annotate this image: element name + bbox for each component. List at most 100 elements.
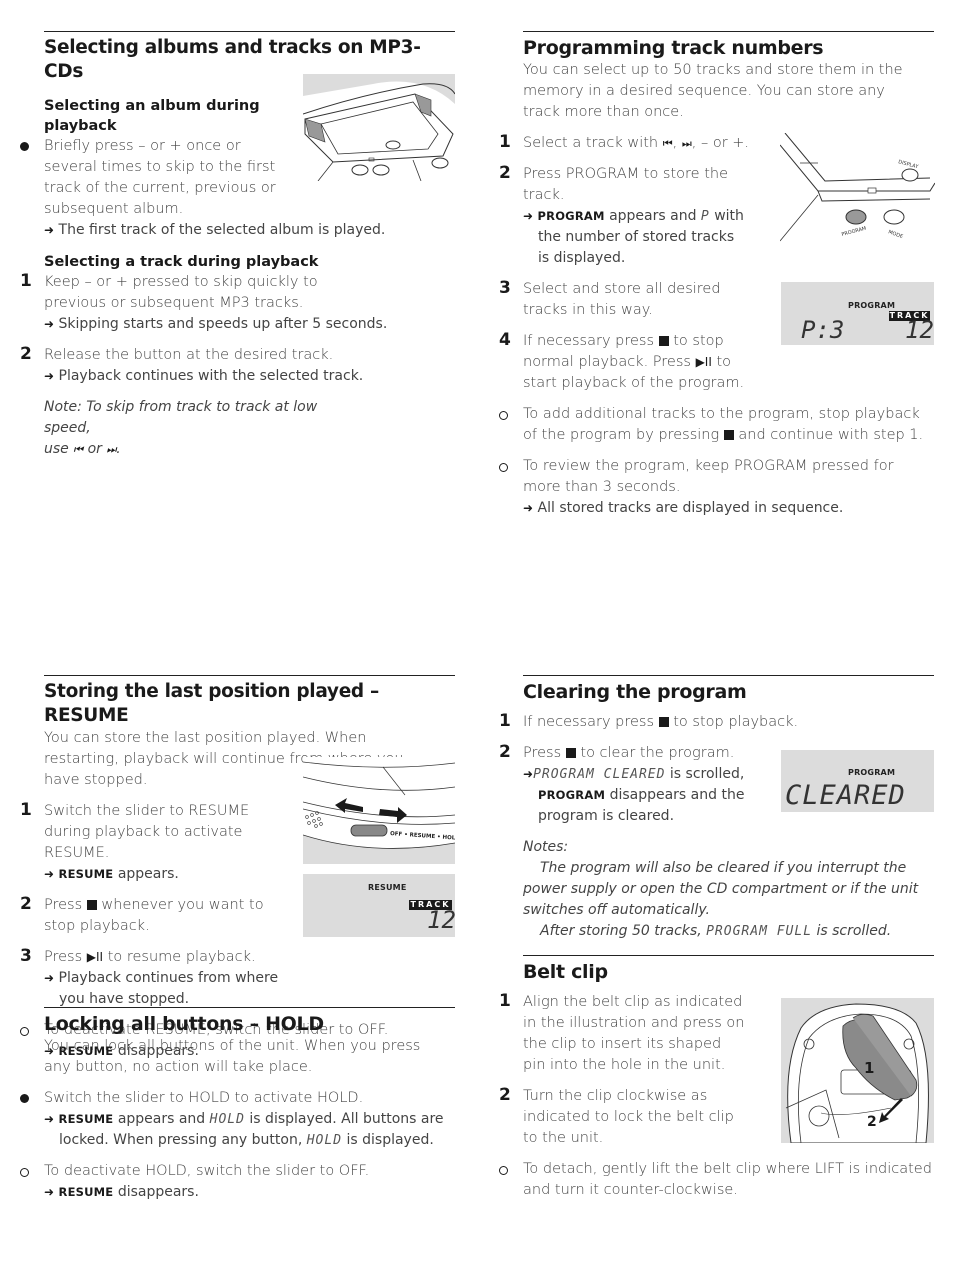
step-number: 2 (499, 163, 511, 183)
step-2: 2 Press to clear the program. ➜PROGRAM C… (499, 742, 758, 827)
subheading-album: Selecting an album during playback (44, 98, 260, 134)
step-1: 1 Switch the slider to RESUME during pla… (20, 800, 294, 885)
tip-review-program: To review the program, keep PROGRAM pres… (523, 456, 934, 519)
intro-text: You can lock all buttons of the unit. Wh… (44, 1038, 421, 1075)
lcd-text: PROGRAM CLEARED (533, 767, 666, 782)
bullet-open-icon (499, 404, 508, 424)
bullet-text: Briefly press – or + once or several tim… (44, 138, 276, 217)
lcd-resume-label: RESUME (368, 883, 407, 892)
result-text: Playback continues with the selected tra… (58, 368, 364, 384)
slider-illustration: OFF • RESUME • HOLD (303, 757, 455, 864)
program-button-drawing: PROGRAM MODE DISPLAY (780, 133, 935, 242)
step-text: If necessary press to stop normal playba… (523, 331, 763, 394)
step-text: Select and store all desired tracks in t… (523, 281, 721, 318)
step-4: 4 If necessary press to stop normal play… (499, 330, 763, 394)
tip-deactivate-hold: To deactivate HOLD, switch the slider to… (44, 1161, 455, 1203)
subheading-track: Selecting a track during playback (44, 254, 319, 270)
play-pause-icon: ▶II (86, 950, 104, 964)
step-number: 1 (20, 271, 32, 291)
step-text: If necessary press to stop playback. (523, 712, 934, 733)
stop-icon (658, 717, 669, 727)
section-title: Locking all buttons – HOLD (44, 1013, 324, 1035)
slider-switch (350, 824, 388, 837)
note: Note: To skip from track to track at low… (44, 399, 318, 457)
cd-player-illustration (303, 74, 455, 181)
tip-add-tracks: To add additional tracks to the program,… (523, 404, 934, 446)
result-line: ➜ RESUME appears and HOLD is displayed. … (44, 1109, 455, 1151)
result-line: ➜PROGRAM CLEARED is scrolled, PROGRAM di… (523, 764, 758, 827)
bullet-filled-icon (20, 1088, 29, 1107)
mark-step-2: 2 (867, 1114, 877, 1130)
bullet-text: Switch the slider to HOLD to activate HO… (44, 1090, 364, 1106)
result-text: All stored tracks are displayed in seque… (537, 500, 844, 516)
step-3: 3 Select and store all desired tracks in… (499, 278, 758, 321)
arrow-icon: ➜ (44, 971, 55, 985)
arrow-icon: ➜ (44, 317, 55, 331)
arrow-icon: ➜ (44, 867, 55, 881)
step-number: 1 (499, 132, 511, 152)
arrow-icon: ➜ (44, 1185, 55, 1199)
step-number: 2 (20, 344, 32, 364)
notes-title: Notes: (523, 839, 569, 855)
next-track-icon: ⏭ (106, 443, 117, 456)
step-number: 2 (499, 1085, 511, 1105)
lcd-text: HOLD (306, 1133, 343, 1148)
text: Select a track with (523, 135, 659, 151)
text: If necessary press (523, 333, 655, 349)
tip-text: To review the program, keep PROGRAM pres… (523, 458, 894, 495)
note-text: The program will also be cleared if you … (523, 860, 919, 918)
bullet-item: Briefly press – or + once or several tim… (44, 136, 294, 220)
stop-icon (86, 900, 97, 910)
section-programming: Programming track numbers You can select… (499, 31, 934, 519)
step-number: 2 (20, 894, 32, 914)
result-text: disappears. (117, 1184, 199, 1200)
result-text: Skipping starts and speeds up after 5 se… (58, 316, 388, 332)
step-text: Press ▶II to resume playback. (44, 947, 284, 968)
result-line: ➜ PROGRAM appears and P with the number … (523, 206, 748, 269)
stop-icon (565, 748, 576, 758)
step-2: 2 Turn the clip clockwise as indicated t… (499, 1085, 748, 1149)
step-number: 1 (499, 711, 511, 731)
arrow-icon: ➜ (523, 209, 534, 223)
result-line: ➜ The first track of the selected album … (44, 220, 455, 241)
arrow-icon: ➜ (44, 223, 55, 237)
cd-player-drawing (303, 74, 455, 181)
text: appears and (117, 1111, 206, 1127)
slider-drawing: OFF • RESUME • HOLD (303, 761, 455, 864)
section-rule (44, 31, 455, 32)
arrow-right-icon (379, 807, 407, 823)
step-text: Align the belt clip as indicated in the … (523, 994, 745, 1073)
step-number: 1 (20, 800, 32, 820)
step-3: 3 Press ▶II to resume playback. ➜ Playba… (20, 946, 284, 1010)
text: is scrolled, (669, 766, 745, 782)
step-number: 1 (499, 991, 511, 1011)
text: and continue with step 1. (738, 427, 924, 443)
play-pause-icon: ▶II (695, 355, 712, 369)
step-text: Release the button at the desired track. (44, 347, 334, 363)
tip-detach: To detach, gently lift the belt clip whe… (523, 1159, 934, 1201)
previous-track-icon: ⏮ (662, 137, 673, 150)
step-2: 2 Press PROGRAM to store the track. ➜ PR… (499, 163, 748, 269)
text: Press (44, 897, 83, 913)
text: If necessary press (523, 714, 655, 730)
text: to stop playback. (673, 714, 799, 730)
program-button-illustration: PROGRAM MODE DISPLAY (780, 133, 935, 243)
step-text: Switch the slider to RESUME during playb… (44, 803, 250, 861)
text: Press (44, 949, 83, 965)
tip-text: To add additional tracks to the program,… (523, 404, 934, 446)
note-text: use (44, 441, 69, 457)
arrow-left-icon (335, 798, 363, 813)
mode-label: MODE (887, 229, 903, 240)
step-number: 2 (499, 742, 511, 762)
section-rule (44, 1007, 455, 1008)
program-label: PROGRAM (841, 226, 867, 238)
note-text: or (87, 441, 102, 457)
result-text: appears. (117, 866, 179, 882)
step-2: 2 Press whenever you want to stop playba… (20, 894, 269, 937)
tip-text: To detach, gently lift the belt clip whe… (523, 1161, 932, 1198)
belt-clip-illustration: 1 2 (781, 998, 934, 1143)
resume-indicator-text: RESUME (58, 867, 114, 881)
text: After storing 50 tracks, (540, 923, 702, 939)
step-1: 1 Align the belt clip as indicated in th… (499, 991, 748, 1076)
section-rule (523, 675, 934, 676)
